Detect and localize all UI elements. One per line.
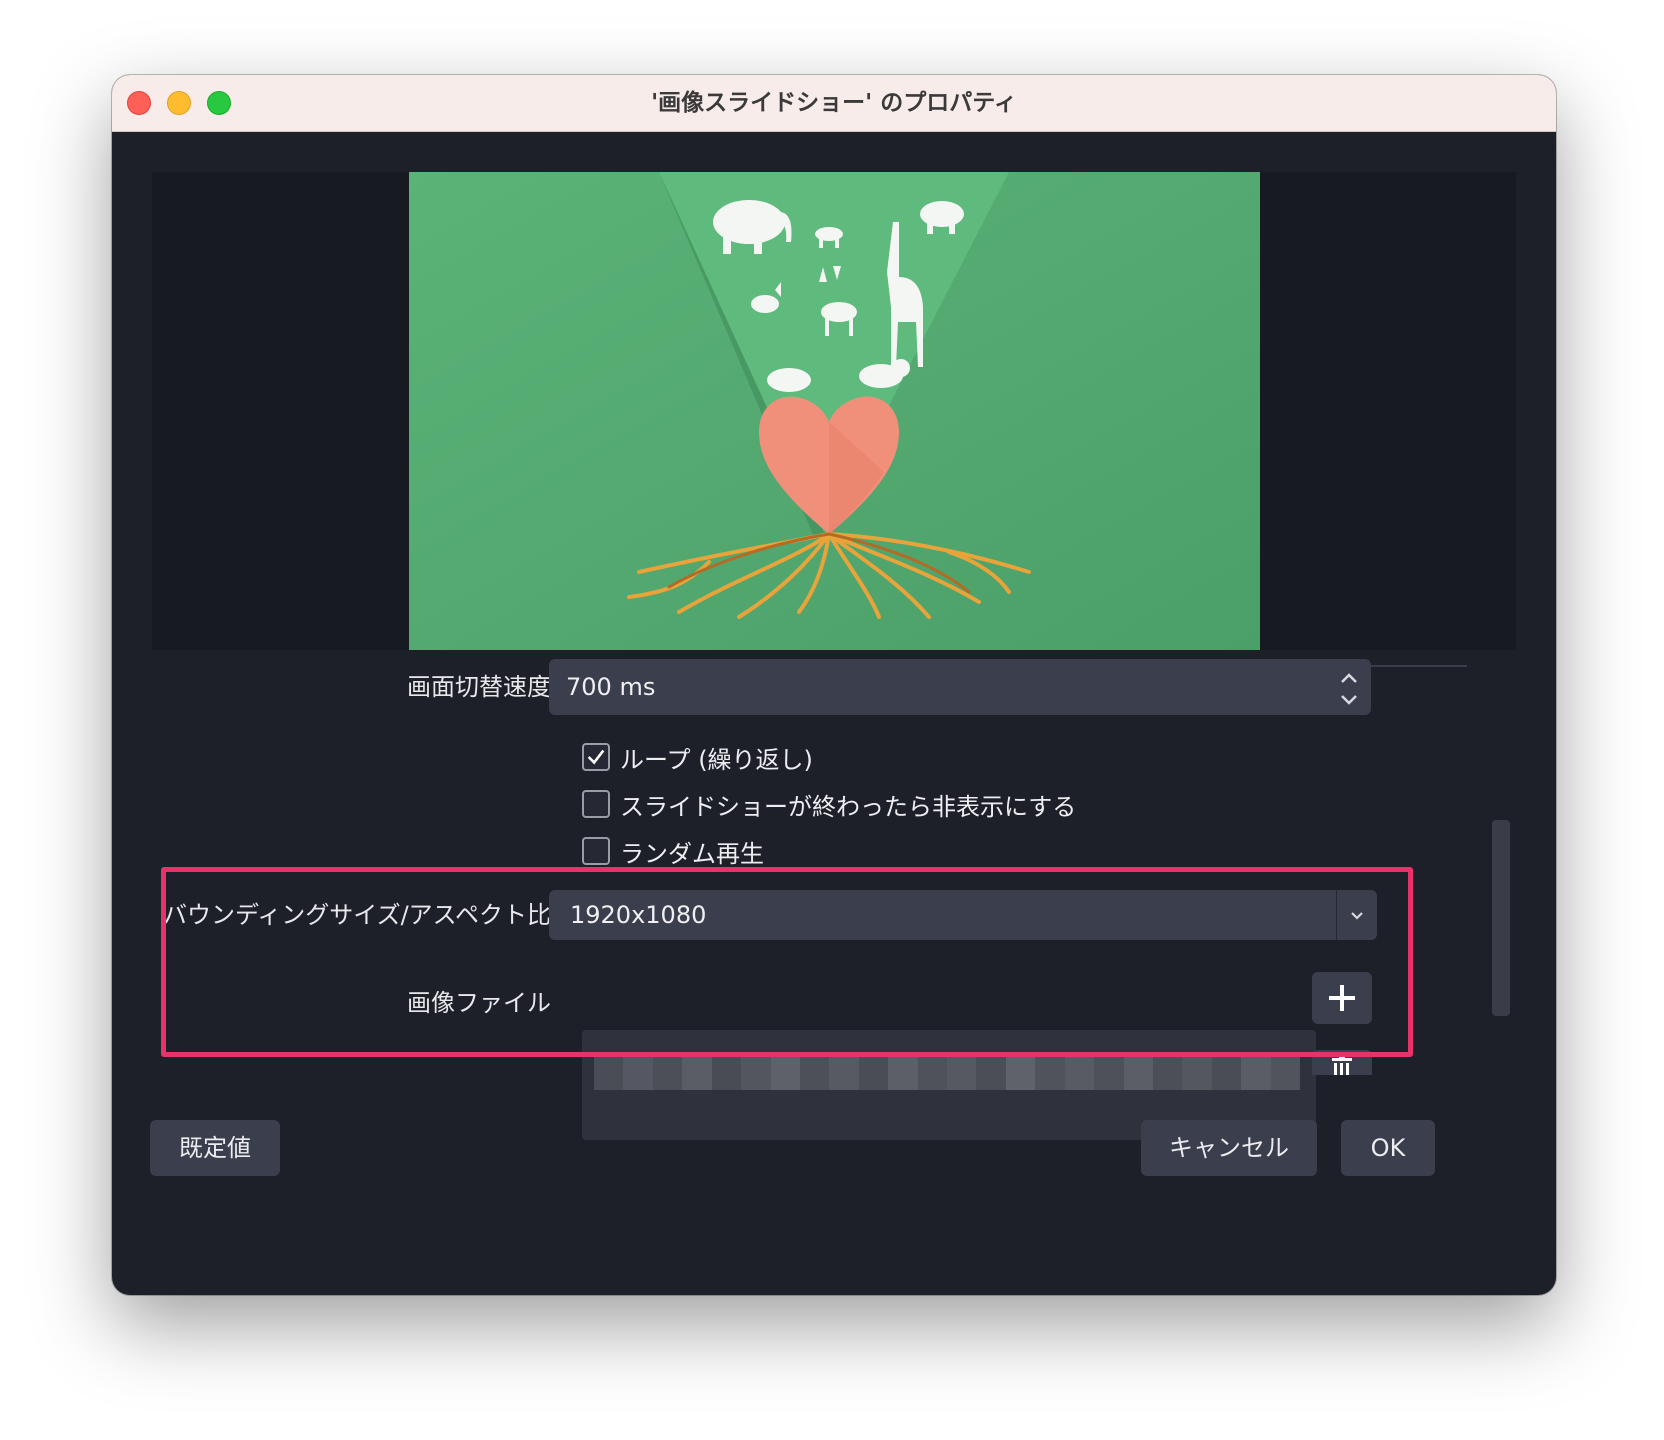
bounding-size-value: 1920x1080: [570, 901, 707, 929]
hide-when-done-checkbox[interactable]: [582, 790, 610, 818]
properties-dialog: '画像スライドショー' のプロパティ 画面切替速度 700 ms ループ (繰り…: [112, 75, 1556, 1295]
add-file-button[interactable]: [1312, 972, 1372, 1024]
window-title: '画像スライドショー' のプロパティ: [651, 90, 1017, 116]
slideshow-preview-image: [409, 172, 1260, 650]
dropdown-divider: [1336, 890, 1337, 940]
random-option[interactable]: ランダム再生: [582, 835, 764, 868]
plus-icon: [1329, 985, 1355, 1011]
transition-speed-value: 700 ms: [566, 673, 656, 701]
hide-when-done-option[interactable]: スライドショーが終わったら非表示にする: [582, 788, 1077, 821]
ok-button[interactable]: OK: [1341, 1120, 1435, 1176]
transition-speed-spinbox[interactable]: 700 ms: [549, 659, 1371, 715]
hide-when-done-label: スライドショーが終わったら非表示にする: [620, 792, 1077, 821]
checkmark-icon: [587, 749, 605, 765]
random-label: ランダム再生: [620, 839, 764, 868]
preview-area: [152, 172, 1516, 650]
bounding-size-label: バウンディングサイズ/アスペクト比: [162, 901, 551, 929]
loop-option[interactable]: ループ (繰り返し): [582, 741, 813, 774]
chevron-down-icon[interactable]: [1347, 905, 1367, 925]
image-files-label: 画像ファイル: [407, 989, 551, 1017]
bounding-size-dropdown[interactable]: 1920x1080: [549, 890, 1377, 940]
blurred-file-path: [594, 1054, 1301, 1090]
cancel-button[interactable]: キャンセル: [1141, 1120, 1317, 1176]
loop-label: ループ (繰り返し): [620, 745, 813, 774]
scrollbar[interactable]: [1492, 820, 1510, 1016]
random-checkbox[interactable]: [582, 837, 610, 865]
spin-arrows-icon[interactable]: [1337, 667, 1361, 711]
remove-file-button[interactable]: [1312, 1050, 1372, 1075]
loop-checkbox[interactable]: [582, 743, 610, 771]
transition-speed-label: 画面切替速度: [407, 673, 551, 701]
defaults-button[interactable]: 既定値: [150, 1120, 280, 1176]
title-bar[interactable]: '画像スライドショー' のプロパティ: [112, 75, 1556, 132]
trash-icon: [1332, 1055, 1352, 1075]
